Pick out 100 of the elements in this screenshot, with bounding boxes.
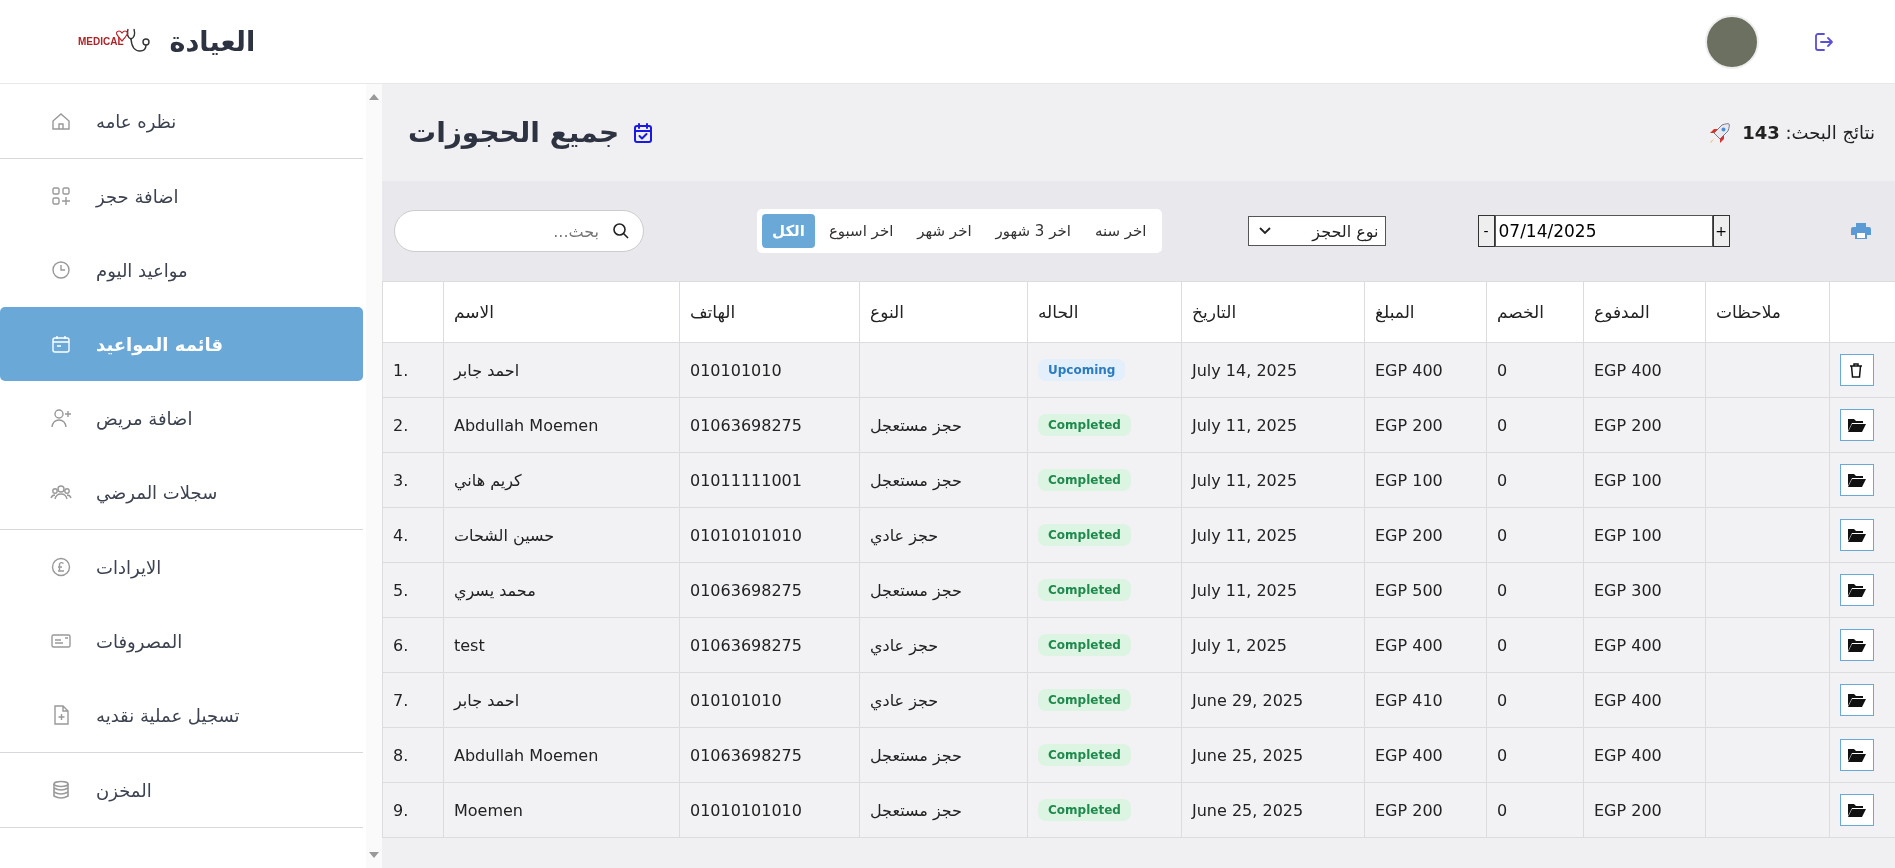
delete-button[interactable]: [1840, 354, 1874, 386]
table-cell: 0: [1486, 617, 1584, 673]
table-cell: 01063698275: [679, 562, 860, 618]
open-button[interactable]: [1840, 409, 1874, 441]
status-badge: Upcoming: [1038, 359, 1126, 381]
table-cell: 0: [1486, 562, 1584, 618]
table-cell: EGP 100: [1583, 507, 1706, 563]
table-cell: احمد جابر: [443, 342, 680, 398]
folder-open-icon: [1847, 746, 1867, 764]
user-plus-icon: [50, 407, 72, 429]
column-header: الهاتف: [679, 281, 860, 343]
row-number: 9.: [382, 782, 444, 838]
sidebar-item[interactable]: اضافة حجز: [0, 159, 363, 233]
open-button[interactable]: [1840, 464, 1874, 496]
sidebar-item[interactable]: اضافة مريض: [0, 381, 363, 455]
open-button[interactable]: [1840, 629, 1874, 661]
table-cell: EGP 200: [1583, 782, 1706, 838]
calendar-check-icon: [633, 121, 654, 144]
open-button[interactable]: [1840, 739, 1874, 771]
folder-open-icon: [1847, 526, 1867, 544]
row-number: 4.: [382, 507, 444, 563]
table-cell: حجز مستعجل: [859, 562, 1028, 618]
table-cell: حجز مستعجل: [859, 452, 1028, 508]
table-cell: EGP 100: [1583, 452, 1706, 508]
scrollbar[interactable]: [366, 84, 382, 868]
status-badge: Completed: [1038, 634, 1131, 656]
sidebar-item[interactable]: سجلات المرضي: [0, 455, 363, 529]
period-tab[interactable]: اخر شهر: [907, 214, 982, 248]
search-icon: [612, 222, 630, 240]
row-number: 3.: [382, 452, 444, 508]
table-cell: Moemen: [443, 782, 680, 838]
booking-type-select[interactable]: نوع الحجز: [1247, 216, 1386, 246]
column-header: المدفوع: [1583, 281, 1706, 343]
clock-icon: [50, 259, 72, 281]
table-cell: EGP 400: [1583, 617, 1706, 673]
sidebar-item[interactable]: تسجيل عملية نقديه: [0, 678, 363, 752]
period-tab[interactable]: اخر سنه: [1084, 214, 1157, 248]
column-header: ملاحظات: [1705, 281, 1830, 343]
table-cell: حجز عادي: [859, 617, 1028, 673]
grid-plus-icon: [50, 185, 72, 207]
sidebar-item[interactable]: المخزن: [0, 753, 363, 827]
table-cell: EGP 100: [1364, 452, 1487, 508]
table-cell: حجز مستعجل: [859, 397, 1028, 453]
period-tab[interactable]: اخر 3 شهور: [985, 214, 1081, 248]
table-cell: 0: [1486, 397, 1584, 453]
open-button[interactable]: [1840, 574, 1874, 606]
sidebar-item[interactable]: المصروفات: [0, 604, 363, 678]
open-button[interactable]: [1840, 684, 1874, 716]
folder-open-icon: [1847, 471, 1867, 489]
sidebar-item[interactable]: نظره عامه: [0, 84, 363, 158]
row-number: 1.: [382, 342, 444, 398]
period-tab[interactable]: اخر اسبوع: [818, 214, 904, 248]
column-header: الخصم: [1486, 281, 1584, 343]
table-cell: EGP 200: [1364, 782, 1487, 838]
table-cell: July 11, 2025: [1181, 452, 1365, 508]
row-number: 7.: [382, 672, 444, 728]
open-button[interactable]: [1840, 519, 1874, 551]
scroll-down-arrow-icon[interactable]: [368, 850, 380, 860]
pound-coin-icon: [50, 556, 72, 578]
table-cell: 01063698275: [679, 727, 860, 783]
table-cell: Abdullah Moemen: [443, 397, 680, 453]
print-icon[interactable]: [1851, 222, 1871, 240]
table-cell: 0: [1486, 672, 1584, 728]
rocket-icon: [1708, 120, 1733, 145]
sidebar-item[interactable]: الايرادات: [0, 530, 363, 604]
status-badge: Completed: [1038, 799, 1131, 821]
status-badge: Completed: [1038, 524, 1131, 546]
column-header: المبلغ: [1364, 281, 1487, 343]
date-field[interactable]: 07/14/2025: [1494, 215, 1713, 247]
open-button[interactable]: [1840, 794, 1874, 826]
database-icon: [50, 779, 72, 801]
status-badge: Completed: [1038, 744, 1131, 766]
table-cell: June 25, 2025: [1181, 727, 1365, 783]
table-cell: 01063698275: [679, 617, 860, 673]
folder-open-icon: [1847, 636, 1867, 654]
table-cell: July 11, 2025: [1181, 397, 1365, 453]
search-field[interactable]: بحث...: [394, 210, 644, 252]
table-cell: 0: [1486, 452, 1584, 508]
scroll-up-arrow-icon[interactable]: [368, 92, 380, 102]
table-cell: محمد يسري: [443, 562, 680, 618]
table-cell: 01011111001: [679, 452, 860, 508]
table-cell: EGP 410: [1364, 672, 1487, 728]
table-cell: كريم هاني: [443, 452, 680, 508]
table-cell: July 11, 2025: [1181, 507, 1365, 563]
table-cell: حسين الشحات: [443, 507, 680, 563]
table-cell: 01063698275: [679, 397, 860, 453]
sidebar-item[interactable]: مواعيد اليوم: [0, 233, 363, 307]
table-cell: حجز عادي: [859, 672, 1028, 728]
row-number: 8.: [382, 727, 444, 783]
table-cell: July 11, 2025: [1181, 562, 1365, 618]
column-header: الاسم: [443, 281, 680, 343]
table-cell: EGP 400: [1583, 727, 1706, 783]
status-badge: Completed: [1038, 469, 1131, 491]
table-cell: EGP 200: [1583, 397, 1706, 453]
table-cell: EGP 400: [1583, 672, 1706, 728]
table-cell: 010101010: [679, 342, 860, 398]
table-cell: احمد جابر: [443, 672, 680, 728]
table-cell: EGP 400: [1364, 727, 1487, 783]
decrement-button[interactable]: -: [1477, 215, 1495, 247]
table-cell: Abdullah Moemen: [443, 727, 680, 783]
